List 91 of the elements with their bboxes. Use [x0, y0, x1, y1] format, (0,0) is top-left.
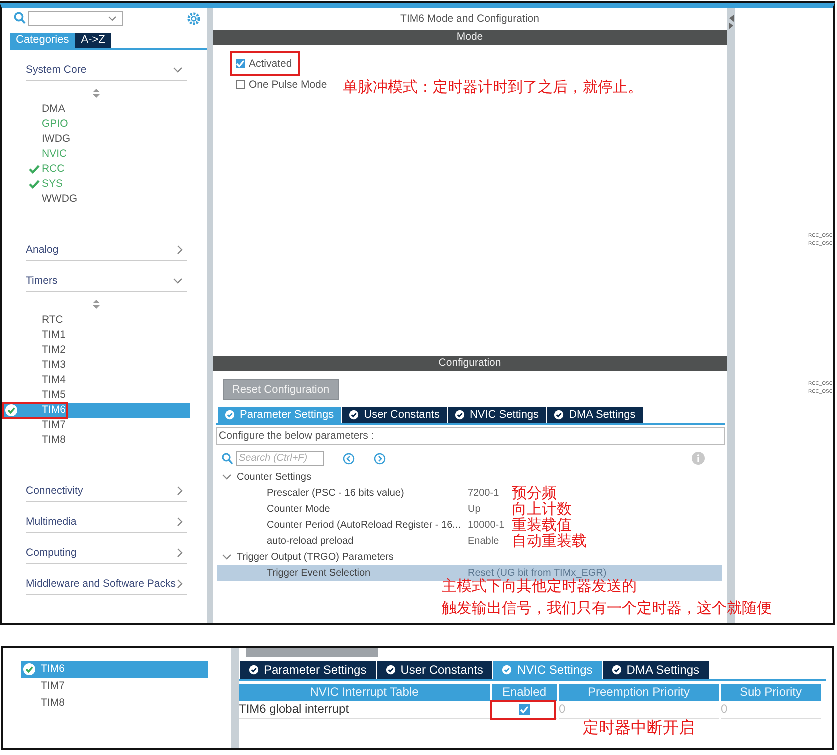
checkbox[interactable]	[236, 80, 245, 89]
tab[interactable]: NVIC Settings	[448, 407, 546, 423]
column-header: NVIC Interrupt Table	[239, 684, 490, 700]
parameter-name[interactable]: Prescaler (PSC - 16 bits value)	[217, 488, 468, 498]
parameter-name[interactable]: auto-reload preload	[217, 536, 468, 546]
sidebar-item[interactable]: RTC	[2, 313, 190, 328]
sidebar-item[interactable]: DMA	[2, 102, 190, 117]
check-circle-icon	[349, 410, 360, 420]
sidebar-item[interactable]: TIM4	[2, 373, 190, 388]
parameter-name[interactable]: Counter Period (AutoReload Register - 16...	[217, 520, 468, 530]
category-header[interactable]: Timers	[26, 271, 187, 292]
tab[interactable]: DMA Settings	[547, 407, 643, 423]
table-cell: TIM6 global interrupt	[239, 701, 490, 719]
sidebar-item[interactable]: TIM3	[2, 358, 190, 373]
tab[interactable]: Parameter Settings	[240, 661, 376, 679]
annotation: 自动重装载	[512, 533, 587, 549]
sidebar-item[interactable]: TIM1	[2, 328, 190, 343]
search-icon	[14, 12, 26, 25]
sidebar-item[interactable]: TIM8	[2, 433, 190, 448]
category-header[interactable]: System Core	[26, 60, 187, 81]
sort-icon[interactable]	[92, 89, 100, 98]
check-circle-icon	[249, 665, 259, 675]
chevron-down-icon	[222, 474, 232, 480]
check-circle-icon	[502, 665, 512, 675]
chevron-right-icon	[177, 245, 183, 255]
sidebar-item[interactable]: TIM7	[2, 418, 190, 433]
category-header[interactable]: Multimedia	[26, 512, 187, 533]
parameter-row[interactable]: auto-reload preload Enable 自动重装载	[217, 533, 722, 549]
section-header: Configuration	[213, 356, 727, 371]
description-field: Configure the below parameters :	[216, 427, 725, 445]
parameter-value[interactable]: 7200-1	[468, 488, 512, 498]
check-circle-icon	[454, 410, 465, 420]
check-circle-icon	[225, 410, 235, 420]
parameter-row[interactable]: Prescaler (PSC - 16 bits value) 7200-1 预分频	[217, 485, 722, 501]
sort-icon[interactable]	[92, 300, 100, 309]
annotation: 重装载值	[512, 517, 572, 533]
sidebar-item[interactable]: TIM7	[21, 678, 208, 695]
search-icon	[222, 452, 233, 464]
previous-icon[interactable]	[343, 452, 355, 464]
check-circle-icon	[612, 665, 622, 675]
annotation: 向上计数	[512, 501, 572, 517]
category-header[interactable]: Analog	[26, 240, 187, 261]
chevron-right-icon	[177, 579, 183, 589]
chevron-down-icon	[173, 278, 183, 284]
collapse-arrows-icon[interactable]	[728, 14, 734, 30]
category-header[interactable]: Computing	[26, 543, 187, 564]
tab[interactable]: A->Z	[75, 33, 112, 48]
checkbox-label[interactable]: Activated	[249, 58, 292, 70]
column-header: Preemption Priority	[559, 684, 719, 700]
annotation: 触发输出信号，我们只有一个定时器，这个就随便	[442, 598, 772, 619]
sidebar-item[interactable]: TIM5	[2, 388, 190, 403]
checkbox[interactable]	[519, 704, 530, 715]
tab[interactable]: DMA Settings	[602, 661, 708, 679]
search-field[interactable]: Search (Ctrl+F)	[236, 451, 324, 466]
tab[interactable]: User Constants	[342, 407, 447, 423]
parameter-value[interactable]: Up	[468, 504, 512, 514]
parameter-name[interactable]: Counter Mode	[217, 504, 468, 514]
parameter-row[interactable]: Counter Period (AutoReload Register - 16... 10000-1 重装载值	[217, 517, 722, 533]
sidebar-item[interactable]: TIM2	[2, 343, 190, 358]
chevron-down-icon	[222, 554, 232, 560]
tab[interactable]: User Constants	[376, 661, 492, 679]
caret-icon	[108, 16, 117, 22]
parameter-row[interactable]: Counter Mode Up 向上计数	[217, 501, 722, 517]
group-header[interactable]: Counter Settings	[216, 469, 725, 485]
section-header: Mode	[213, 30, 727, 45]
sidebar-item[interactable]: WWDG	[2, 192, 190, 207]
sidebar-item[interactable]: IWDG	[2, 132, 190, 147]
annotation: 单脉冲模式：定时器计时到了之后，就停止。	[343, 77, 643, 97]
parameter-value[interactable]: 10000-1	[468, 520, 512, 530]
column-header: Sub Priority	[721, 684, 821, 700]
parameter-value[interactable]: Enable	[468, 536, 512, 546]
category-header[interactable]: Middleware and Software Packs	[26, 574, 187, 595]
check-circle-icon	[554, 410, 564, 420]
check-circle-icon	[386, 665, 396, 675]
category-header[interactable]: Connectivity	[26, 481, 187, 502]
chevron-right-icon	[177, 517, 183, 527]
panel-title: TIM6 Mode and Configuration	[400, 12, 540, 27]
chevron-down-icon	[173, 67, 183, 73]
chevron-right-icon	[177, 548, 183, 558]
sidebar-item[interactable]: TIM8	[21, 695, 208, 712]
annotation: 预分频	[512, 485, 557, 501]
parameter-name[interactable]: Trigger Event Selection	[217, 568, 468, 578]
checkbox-label[interactable]: One Pulse Mode	[249, 78, 328, 90]
search-dropdown[interactable]	[28, 11, 123, 26]
column-header: Enabled	[492, 684, 557, 700]
annotation: 定时器中断开启	[583, 718, 695, 738]
group-header[interactable]: Trigger Output (TRGO) Parameters	[216, 549, 725, 565]
next-icon[interactable]	[374, 452, 386, 464]
settings-icon[interactable]	[187, 12, 201, 26]
info-icon[interactable]	[692, 452, 705, 465]
chevron-right-icon	[177, 486, 183, 496]
